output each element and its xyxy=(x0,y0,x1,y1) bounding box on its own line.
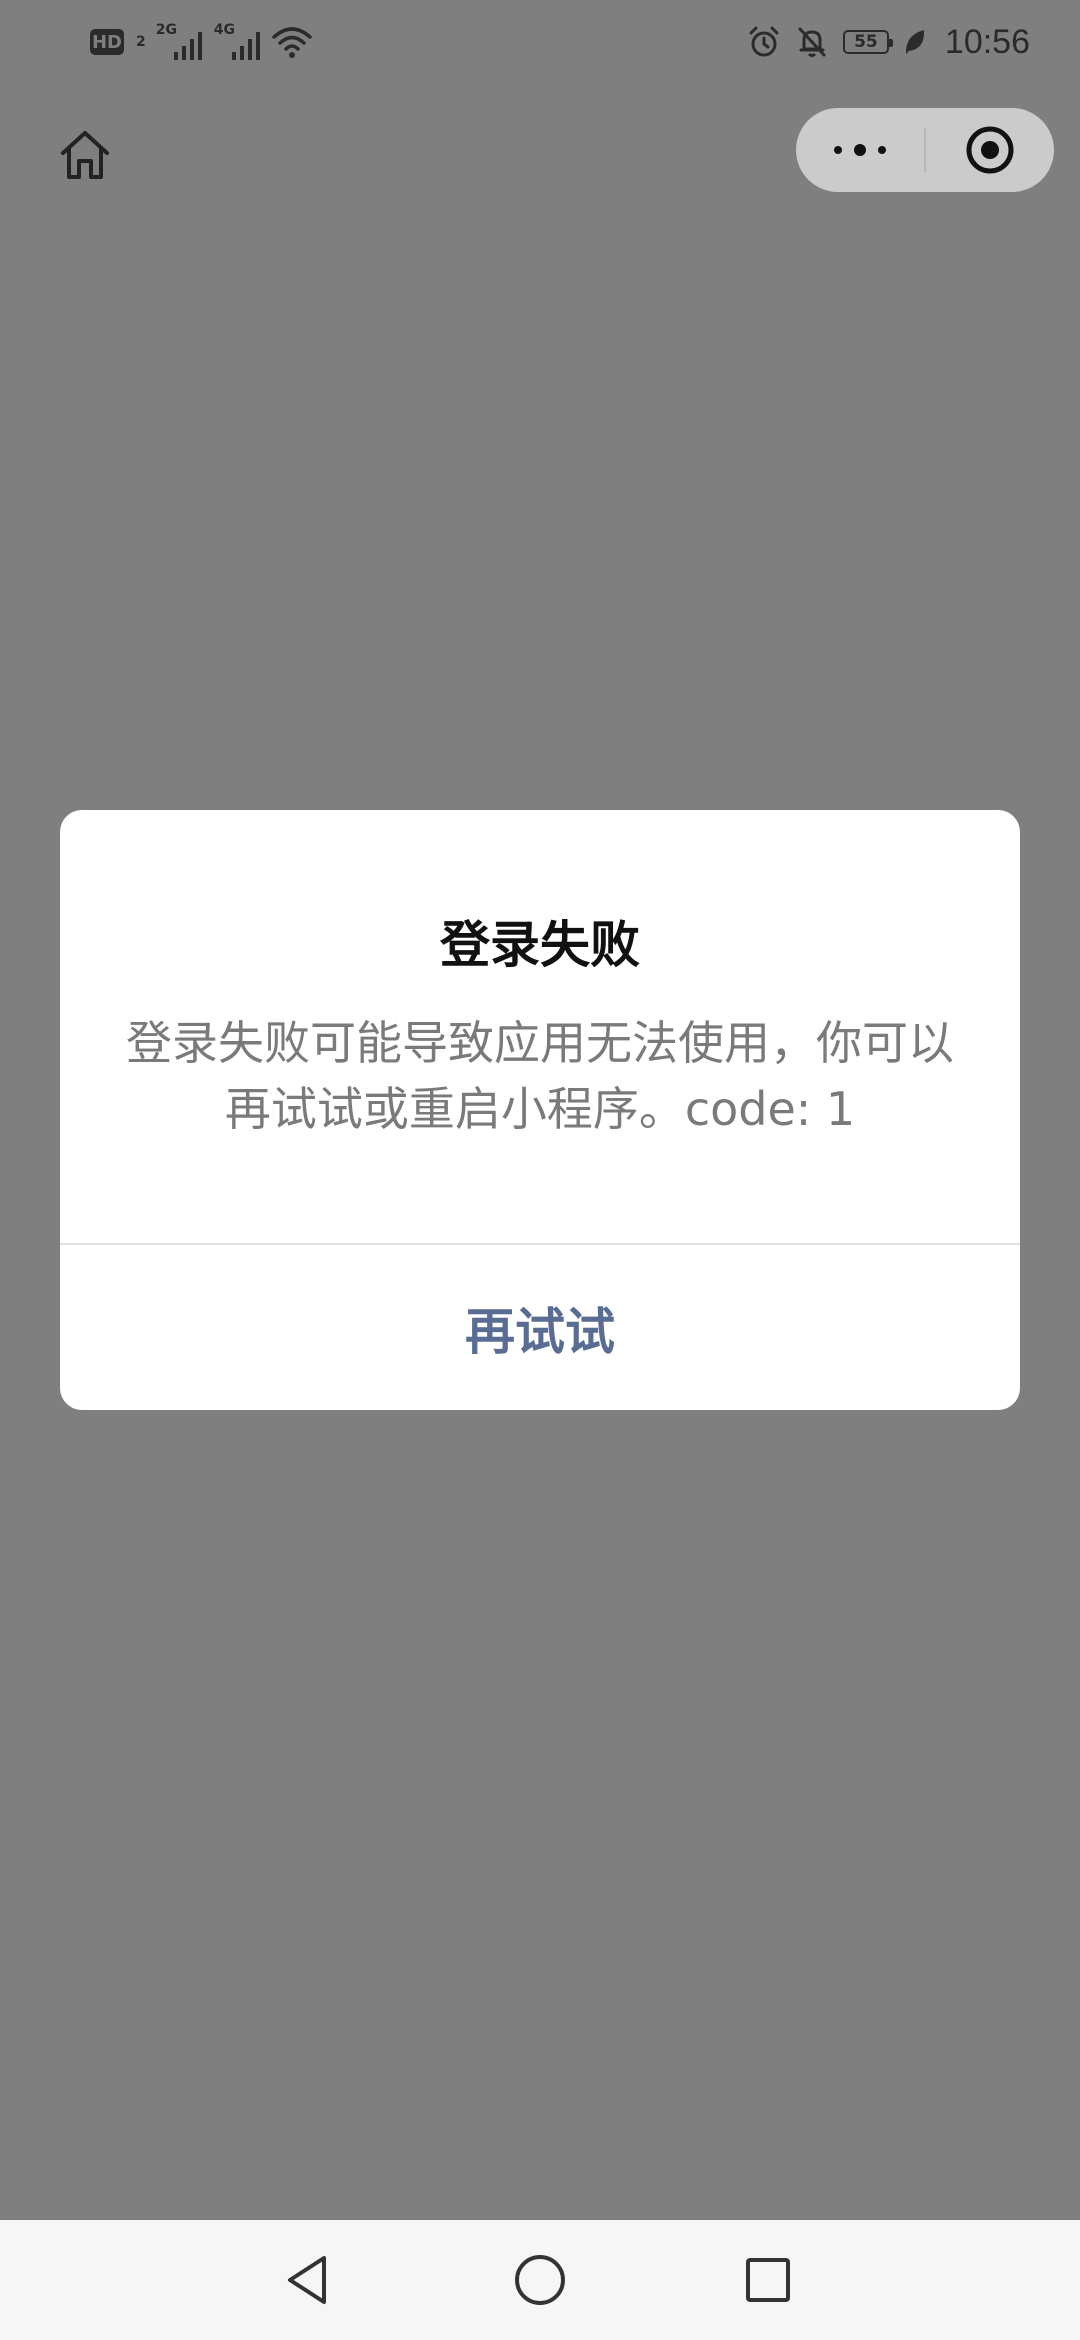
more-button[interactable] xyxy=(796,108,924,192)
signal-bars-icon xyxy=(231,32,260,60)
signal-2g: 2G xyxy=(156,22,204,60)
home-icon xyxy=(61,131,109,179)
nav-home-button[interactable] xyxy=(500,2240,580,2320)
retry-button[interactable]: 再试试 xyxy=(60,1245,1020,1410)
home-button[interactable] xyxy=(54,124,116,186)
login-failed-dialog: 登录失败 登录失败可能导致应用无法使用，你可以再试试或重启小程序。code: 1… xyxy=(60,810,1020,1410)
capsule-menu xyxy=(796,108,1054,192)
target-close-icon xyxy=(966,126,1014,174)
dialog-title: 登录失败 xyxy=(440,916,640,974)
status-bar: HD 2 2G 4G 55 10:56 xyxy=(0,0,1080,84)
close-button[interactable] xyxy=(926,108,1054,192)
battery-level: 55 xyxy=(854,31,878,52)
battery-icon: 55 xyxy=(842,30,893,54)
hd-badge: HD xyxy=(90,29,124,55)
status-right: 55 10:56 xyxy=(747,20,1030,64)
more-dots-icon xyxy=(834,144,886,156)
leaf-icon xyxy=(905,30,924,54)
status-left: HD 2 2G 4G xyxy=(90,20,312,64)
alarm-icon xyxy=(749,26,779,57)
signal-bars-icon xyxy=(173,32,202,60)
recents-square-icon xyxy=(746,2258,790,2302)
back-triangle-icon xyxy=(288,2256,326,2304)
bell-off-icon xyxy=(798,27,826,57)
system-nav-bar xyxy=(0,2220,1080,2340)
home-circle-icon xyxy=(515,2255,565,2305)
dialog-message: 登录失败可能导致应用无法使用，你可以再试试或重启小程序。code: 1 xyxy=(126,1016,954,1136)
status-time: 10:56 xyxy=(944,22,1030,61)
wifi-icon xyxy=(272,27,312,58)
hd-sub: 2 xyxy=(136,34,146,50)
nav-back-button[interactable] xyxy=(268,2240,348,2320)
nav-recents-button[interactable] xyxy=(728,2240,808,2320)
signal-4g: 4G xyxy=(214,22,262,60)
